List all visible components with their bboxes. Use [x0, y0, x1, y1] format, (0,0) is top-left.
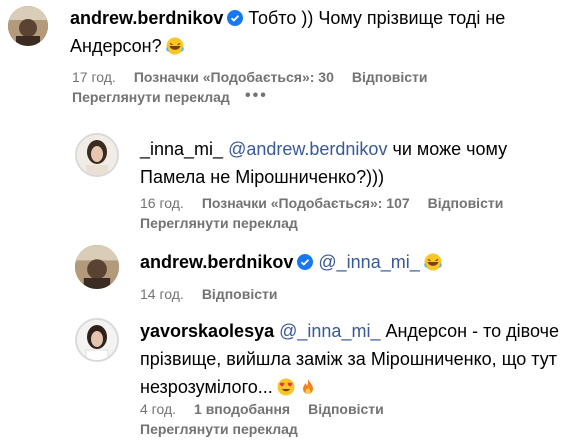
verified-badge-icon	[227, 10, 244, 26]
username[interactable]: _inna_mi_	[140, 139, 223, 159]
username[interactable]: yavorskaolesya	[140, 321, 274, 341]
see-translation-button[interactable]: Переглянути переклад	[140, 420, 298, 438]
user-photo-icon	[75, 245, 119, 289]
comment-text: Памела не Мірошниченко?)))	[140, 167, 385, 187]
likes-count[interactable]: 1 вподобання	[194, 401, 290, 417]
comment-text: чи може чому	[392, 139, 508, 159]
user-photo-icon	[77, 320, 117, 360]
reply-button[interactable]: Відповісти	[428, 195, 504, 211]
timestamp: 4 год.	[140, 401, 177, 417]
verified-badge-icon	[297, 254, 314, 270]
fire-emoji-icon	[302, 379, 313, 394]
mention-link[interactable]: @_inna_mi_	[279, 321, 380, 341]
timestamp: 17 год.	[72, 69, 116, 85]
username[interactable]: andrew.berdnikov	[70, 8, 223, 28]
comment-text: Андерсон?	[70, 36, 162, 56]
timestamp: 16 год.	[140, 195, 184, 211]
comments-thread: andrew.berdnikov Тобто )) Чому прізвище …	[0, 0, 575, 445]
comment-text: прізвище, вийшла заміж за Мірошниченко, …	[140, 349, 557, 369]
likes-count[interactable]: Позначки «Подобається»: 30	[134, 69, 334, 85]
see-translation-button[interactable]: Переглянути переклад	[72, 88, 230, 106]
avatar[interactable]	[75, 245, 119, 289]
laughing-emoji-icon	[424, 253, 442, 271]
comment-text: Андерсон - то дівоче	[385, 321, 560, 341]
timestamp: 14 год.	[140, 286, 184, 302]
username[interactable]: andrew.berdnikov	[140, 252, 293, 272]
user-photo-icon	[8, 6, 48, 46]
see-translation-button[interactable]: Переглянути переклад	[140, 214, 298, 232]
comment-text: Тобто )) Чому прізвище тоді не	[248, 8, 506, 28]
more-options-icon[interactable]: •••	[245, 87, 268, 105]
laughing-emoji-icon	[165, 37, 184, 55]
avatar[interactable]	[75, 133, 119, 177]
heart-eyes-emoji-icon	[277, 378, 295, 396]
reply-button[interactable]: Відповісти	[308, 401, 384, 417]
likes-count[interactable]: Позначки «Подобається»: 107	[202, 195, 410, 211]
reply-button[interactable]: Відповісти	[352, 69, 428, 85]
avatar[interactable]	[8, 6, 48, 46]
comment-text: незрозумілого...	[140, 377, 273, 397]
mention-link[interactable]: @andrew.berdnikov	[228, 139, 387, 159]
reply-button[interactable]: Відповісти	[202, 286, 278, 302]
mention-link[interactable]: @_inna_mi_	[318, 252, 419, 272]
avatar[interactable]	[75, 318, 119, 362]
user-photo-icon	[77, 135, 117, 175]
